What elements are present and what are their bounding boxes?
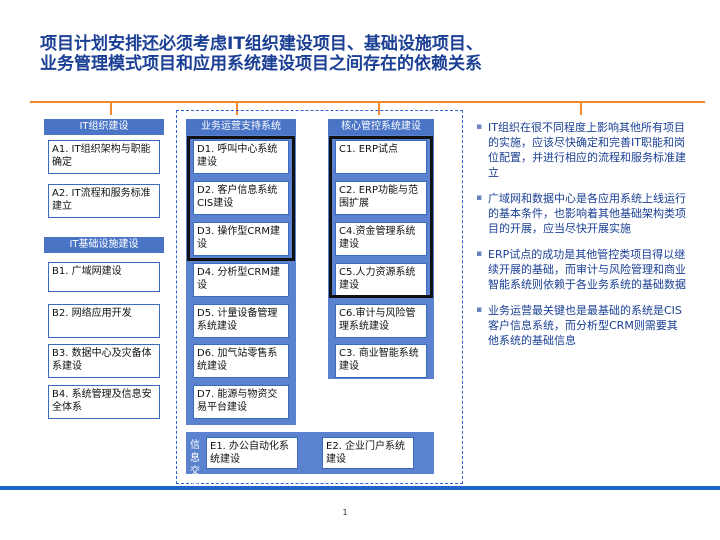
bullet-item: IT组织在很不同程度上影响其他所有项目的实施，应该尽快确定和完善IT职能和岗位配… bbox=[476, 120, 686, 180]
box-b3: B3. 数据中心及灾备体系建设 bbox=[48, 344, 160, 378]
box-a2: A2. IT流程和服务标准建立 bbox=[48, 184, 160, 218]
bullet-list: IT组织在很不同程度上影响其他所有项目的实施，应该尽快确定和完善IT职能和岗位配… bbox=[476, 120, 686, 359]
box-c6: C6.审计与风险管理系统建设 bbox=[335, 304, 427, 338]
box-e2: E2. 企业门户系统建设 bbox=[322, 437, 414, 469]
box-c3: C3. 商业智能系统建设 bbox=[335, 344, 427, 378]
divider-tick bbox=[580, 103, 582, 115]
box-b1: B1. 广域网建设 bbox=[48, 262, 160, 292]
header-biz-ops: 业务运营支持系统 bbox=[186, 119, 296, 135]
highlight-frame-biz bbox=[187, 136, 295, 261]
box-e1: E1. 办公自动化系统建设 bbox=[206, 437, 298, 469]
box-b4: B4. 系统管理及信息安全体系 bbox=[48, 385, 160, 419]
bullet-item: ERP试点的成功是其他管控类项目得以继续开展的基础，而审计与风险管理和商业智能系… bbox=[476, 247, 686, 292]
box-a1: A1. IT组织架构与职能确定 bbox=[48, 140, 160, 174]
box-d7: D7. 能源与物资交易平台建设 bbox=[193, 385, 289, 419]
bullet-item: 广域网和数据中心是各应用系统上线运行的基本条件，也影响着其他基础架构类项目的开展… bbox=[476, 191, 686, 236]
header-it-infra: IT基础设施建设 bbox=[44, 237, 164, 253]
highlight-frame-core bbox=[329, 136, 433, 298]
bullet-item: 业务运营最关键也是最基础的系统是CIS客户信息系统，而分析型CRM则需要其他系统… bbox=[476, 303, 686, 348]
page-number: 1 bbox=[342, 508, 348, 517]
slide-title-line-1: 项目计划安排还必须考虑IT组织建设项目、基础设施项目、 bbox=[40, 34, 483, 54]
box-d4: D4. 分析型CRM建设 bbox=[193, 263, 289, 297]
header-it-org: IT组织建设 bbox=[44, 119, 164, 135]
bottom-accent-bar bbox=[0, 486, 720, 490]
divider-tick bbox=[110, 103, 112, 115]
box-d6: D6. 加气站零售系统建设 bbox=[193, 344, 289, 378]
panel-info-exchange-label: 信息交互 bbox=[190, 440, 200, 490]
box-d5: D5. 计量设备管理系统建设 bbox=[193, 304, 289, 338]
header-core-mgmt: 核心管控系统建设 bbox=[328, 119, 434, 135]
orange-divider bbox=[30, 101, 705, 103]
slide-title-line-2: 业务管理模式项目和应用系统建设项目之间存在的依赖关系 bbox=[40, 54, 482, 74]
box-b2: B2. 网络应用开发 bbox=[48, 304, 160, 338]
